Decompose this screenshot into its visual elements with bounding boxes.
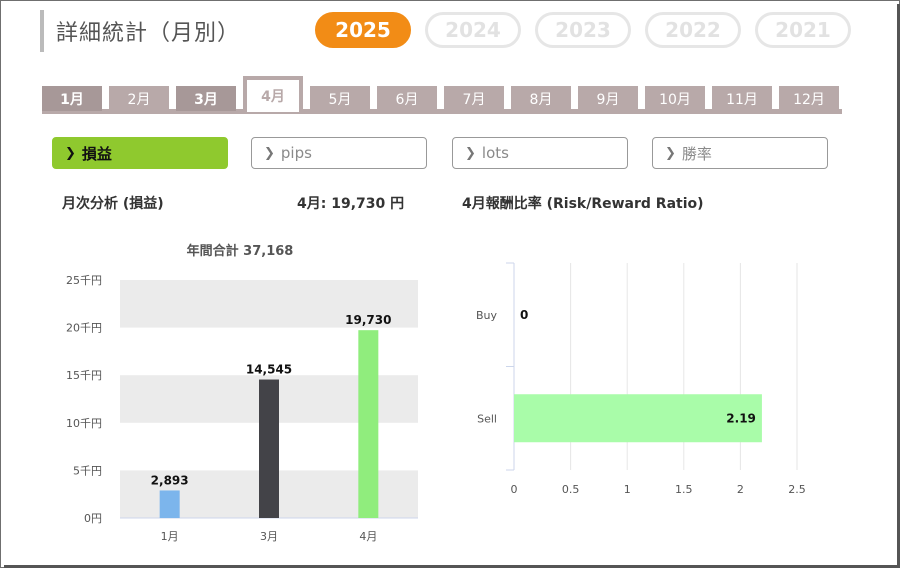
bar-value-label: 2,893	[151, 473, 189, 487]
x-tick-label: 4月	[359, 530, 377, 543]
x-tick-label: 2	[737, 483, 744, 496]
y-tick-label: 0円	[84, 512, 102, 525]
y-tick-label: 10千円	[66, 417, 102, 430]
bar-value-label: 2.19	[726, 411, 756, 425]
y-tick-label: 20千円	[66, 322, 102, 335]
y-tick-label: 5千円	[73, 464, 102, 477]
bar-value-label: 14,545	[246, 363, 292, 377]
x-tick-label: 3月	[260, 530, 278, 543]
bar-value-label: 19,730	[345, 313, 391, 327]
y-tick-label: 25千円	[66, 274, 102, 287]
x-tick-label: 1.5	[675, 483, 693, 496]
bar-1	[159, 490, 180, 518]
chart-title: 年間合計 37,168	[187, 243, 294, 259]
x-tick-label: 2.5	[788, 483, 806, 496]
bar-sell	[514, 394, 762, 443]
y-tick-label: Buy	[476, 309, 498, 322]
bar-3	[358, 330, 379, 518]
charts-canvas: 0円 5千円 10千円 15千円 20千円 25千円 年間合計 37,168 2,893 1月 1…	[66, 243, 806, 543]
x-tick-label: 0	[511, 483, 518, 496]
bar-2	[259, 379, 279, 518]
x-tick-label: 0.5	[562, 483, 580, 496]
bar-value-label: 0	[520, 308, 528, 322]
y-tick-label: Sell	[477, 412, 497, 425]
y-tick-label: 15千円	[66, 369, 102, 382]
x-tick-label: 1月	[161, 530, 179, 543]
x-tick-label: 1	[624, 483, 631, 496]
